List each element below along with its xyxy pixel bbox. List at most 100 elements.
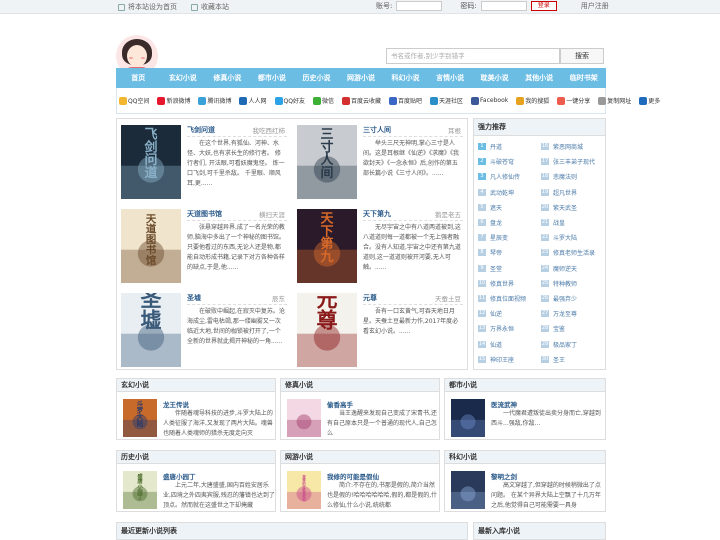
- rank-item[interactable]: 2 斗破苍穹: [478, 157, 514, 166]
- section-title[interactable]: 修真小说: [281, 379, 439, 392]
- rank-item[interactable]: 11 修真位面视频: [478, 294, 526, 303]
- nav-danmei[interactable]: 耽美小说: [472, 68, 517, 88]
- rank-item[interactable]: 5 遮天: [478, 203, 502, 212]
- nav-kehuan[interactable]: 科幻小说: [383, 68, 428, 88]
- rank-item[interactable]: 28 宝鉴: [541, 324, 565, 333]
- book-cover[interactable]: 天下第九: [297, 209, 357, 283]
- section-book-title[interactable]: 盛唐小园丁: [163, 471, 196, 481]
- nav-yanqing[interactable]: 言情小说: [428, 68, 473, 88]
- book-title[interactable]: 天道图书馆 横扫天涯: [187, 209, 287, 221]
- share-7[interactable]: 百度贴吧: [388, 96, 426, 105]
- section-cover[interactable]: [287, 399, 321, 437]
- book-title[interactable]: 三寸人间 耳根: [363, 125, 463, 137]
- section-title[interactable]: 历史小说: [117, 451, 275, 464]
- book-author[interactable]: 横扫天涯: [259, 209, 285, 219]
- section-book-title[interactable]: 龙王传说: [163, 399, 189, 409]
- rank-item[interactable]: 7 星辰变: [478, 233, 508, 242]
- nav-xuanhuan[interactable]: 玄幻小说: [161, 68, 206, 88]
- rank-item[interactable]: 16 紫恶网商城: [541, 142, 583, 151]
- rank-item[interactable]: 12 仙逆: [478, 309, 502, 318]
- nav-lishi[interactable]: 历史小说: [294, 68, 339, 88]
- section-book-title[interactable]: 黎明之剑: [491, 471, 517, 481]
- section-book-title[interactable]: 医流武神: [491, 399, 517, 409]
- nav-bookshelf[interactable]: 临时书架: [561, 68, 606, 88]
- share-13[interactable]: 更多: [639, 96, 664, 105]
- rank-item[interactable]: 17 张三丰弟子现代: [541, 157, 595, 166]
- share-icon: [198, 96, 207, 105]
- rank-item[interactable]: 13 万界永恒: [478, 324, 514, 333]
- book-author[interactable]: 天蚕土豆: [435, 293, 461, 303]
- rank-item[interactable]: 3 凡人修仙传: [478, 172, 520, 181]
- search-button[interactable]: 搜索: [560, 48, 604, 64]
- rank-item[interactable]: 4 武动乾坤: [478, 188, 514, 197]
- nav-xiuzhen[interactable]: 修真小说: [205, 68, 250, 88]
- section-title[interactable]: 玄幻小说: [117, 379, 275, 392]
- book-cover[interactable]: 圣墟: [121, 286, 181, 367]
- rank-item[interactable]: 1 丹道: [478, 142, 502, 151]
- rank-item[interactable]: 9 圣堂: [478, 264, 502, 273]
- book-author[interactable]: 鹅是老五: [435, 209, 461, 219]
- set-home-link[interactable]: 将本站设为首页: [118, 2, 177, 12]
- book-title[interactable]: 飞剑问道 我吃西红柿: [187, 125, 287, 137]
- section-book-title[interactable]: 偷香高手: [327, 399, 353, 409]
- book-title[interactable]: 元尊 天蚕土豆: [363, 293, 463, 305]
- rank-item[interactable]: 10 修真世界: [478, 279, 514, 288]
- section-cover[interactable]: 我修的可能是假仙: [287, 471, 321, 509]
- book-cover[interactable]: 天道图书馆: [121, 209, 181, 283]
- share-9[interactable]: Facebook: [471, 96, 512, 105]
- nav-home[interactable]: 首页: [116, 68, 161, 88]
- book-cover[interactable]: 元尊: [297, 286, 357, 367]
- rank-item[interactable]: 20 紫天武圣: [541, 203, 577, 212]
- section-title[interactable]: 网游小说: [281, 451, 439, 464]
- share-8[interactable]: 天涯社区: [430, 96, 467, 105]
- login-button[interactable]: 登录: [530, 1, 557, 11]
- share-2[interactable]: 腾讯微博: [198, 96, 235, 105]
- rank-item[interactable]: 15 神印王座: [478, 355, 514, 364]
- rank-item[interactable]: 18 悲魔法则: [541, 172, 577, 181]
- section-book-title[interactable]: 我修的可能是假仙: [327, 471, 379, 481]
- nav-dushi[interactable]: 都市小说: [250, 68, 295, 88]
- account-input[interactable]: [396, 1, 443, 11]
- share-3[interactable]: 人人网: [239, 96, 270, 105]
- book-cover[interactable]: 三寸人间: [297, 125, 357, 199]
- rank-item[interactable]: 23 修真老师生活录: [541, 248, 595, 257]
- rank-item[interactable]: 24 魔师逆天: [541, 264, 577, 273]
- section-cover[interactable]: 斗罗大陆: [123, 399, 157, 437]
- book-cover[interactable]: 飞剑问道: [121, 125, 181, 199]
- section-cover[interactable]: [451, 471, 485, 509]
- share-12[interactable]: 复制网址: [598, 96, 635, 105]
- rank-item[interactable]: 21 战皇: [541, 218, 565, 227]
- nav-qita[interactable]: 其他小说: [517, 68, 562, 88]
- rank-item[interactable]: 25 特种教师: [541, 279, 577, 288]
- rank-item[interactable]: 14 仙道: [478, 340, 502, 349]
- rank-item[interactable]: 30 圣王: [541, 355, 565, 364]
- favorite-link[interactable]: 收藏本站: [191, 2, 229, 12]
- book-author[interactable]: 耳根: [448, 125, 461, 135]
- book-author[interactable]: 我吃西红柿: [253, 125, 286, 135]
- share-6[interactable]: 百度云收藏: [341, 96, 385, 105]
- section-title[interactable]: 科幻小说: [445, 451, 605, 464]
- nav-wangyou[interactable]: 网游小说: [339, 68, 384, 88]
- section-title[interactable]: 都市小说: [445, 379, 605, 392]
- rank-item[interactable]: 27 万龙至尊: [541, 309, 577, 318]
- rank-item[interactable]: 29 极品家丁: [541, 340, 577, 349]
- share-11[interactable]: 一键分享: [557, 96, 594, 105]
- share-1[interactable]: 新浪微博: [157, 96, 194, 105]
- rank-item[interactable]: 26 最强弃少: [541, 294, 577, 303]
- share-4[interactable]: QQ好友: [274, 96, 309, 105]
- book-title[interactable]: 天下第九 鹅是老五: [363, 209, 463, 221]
- rank-item[interactable]: 8 琴帝: [478, 248, 502, 257]
- section-cover[interactable]: 盛唐小园丁: [123, 471, 157, 509]
- book-author[interactable]: 辰东: [272, 293, 285, 303]
- book-title[interactable]: 圣墟 辰东: [187, 293, 287, 305]
- register-link[interactable]: 用户注册: [581, 1, 609, 11]
- rank-item[interactable]: 19 超凡世界: [541, 188, 577, 197]
- rank-item[interactable]: 22 斗罗大陆: [541, 233, 577, 242]
- section-cover[interactable]: [451, 399, 485, 437]
- share-10[interactable]: 我的搜狐: [516, 96, 553, 105]
- search-input[interactable]: 书名或作者,别少字别错字: [386, 48, 560, 64]
- password-input[interactable]: [480, 1, 527, 11]
- share-0[interactable]: QQ空间: [119, 96, 153, 105]
- rank-item[interactable]: 6 盘龙: [478, 218, 502, 227]
- share-5[interactable]: 微信: [312, 96, 338, 105]
